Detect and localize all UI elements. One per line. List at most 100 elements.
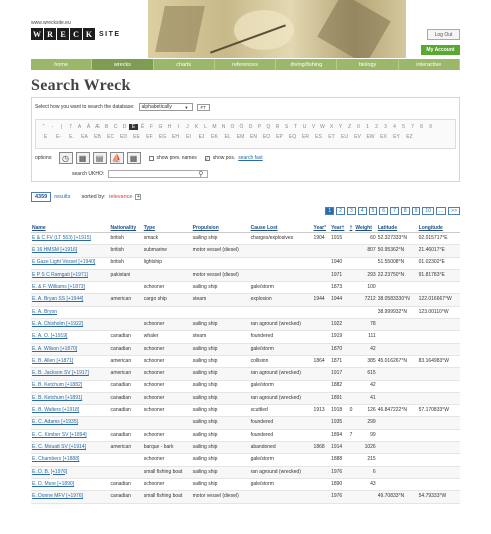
letter-prefix-link[interactable]: ET (325, 134, 338, 140)
letter-prefix-link[interactable]: EP (273, 134, 286, 140)
letter-link[interactable]: 9 (426, 124, 435, 130)
letter-link[interactable]: Ä (84, 124, 93, 130)
table-row[interactable]: E. B. Allen [+1871] american schooner saili… (31, 355, 460, 369)
letter-link[interactable]: - (48, 124, 57, 130)
page-button[interactable]: 8 (400, 207, 410, 215)
letter-link[interactable]: 4 (390, 124, 399, 130)
table-row[interactable]: E. A. Bryon 38.999932°N 123.00110°W (31, 306, 460, 320)
letter-link[interactable]: " (39, 124, 48, 130)
letter-prefix-link[interactable]: EG (156, 134, 169, 140)
table-row[interactable]: E. B. Ketchum [+1891] canadian schooner sai… (31, 392, 460, 406)
letter-link[interactable]: M (210, 124, 219, 130)
table-row[interactable]: E P S C Ramgati [+1971] pakistani motor ve… (31, 269, 460, 283)
wreck-name-link[interactable]: E. C. Kimber SV [+1894] (31, 429, 110, 443)
logout-button[interactable]: Log Out (427, 29, 460, 40)
search-method-select[interactable]: alphabetically (138, 103, 193, 111)
letter-link[interactable]: D (246, 124, 255, 130)
letter-prefix-link[interactable]: EA (78, 134, 91, 140)
page-button[interactable]: 7 (390, 207, 399, 215)
table-row[interactable]: E. C. Adams [+1935] sailing ship foundered… (31, 416, 460, 430)
table-row[interactable]: E. A. O. [+1919] canadian whaler steam found… (31, 330, 460, 344)
wreck-name-link[interactable]: E. A. Wilson [+1870] (31, 343, 110, 356)
wreck-name-link[interactable]: E. A. Bryan SS [+1944] (31, 293, 110, 307)
page-button[interactable]: 1 (325, 207, 335, 215)
wreck-name-link[interactable]: E. B. Allen [+1871] (31, 355, 110, 369)
wreck-name-link[interactable]: E Gaze Light Vessel [+1940] (31, 257, 110, 270)
page-button[interactable]: >> (448, 207, 460, 215)
letter-prefix-link[interactable]: EW (364, 134, 377, 140)
letter-link[interactable]: Q (264, 124, 273, 130)
search-fast-link[interactable]: search fast (238, 155, 262, 161)
letter-link[interactable]: 8 (417, 124, 426, 130)
wreck-name-link[interactable]: E P S C Ramgati [+1971] (31, 269, 110, 283)
letter-link[interactable]: Æ (93, 124, 102, 130)
letter-prefix-link[interactable]: EO (260, 134, 273, 140)
letter-prefix-link[interactable]: EE (130, 134, 143, 140)
wreck-name-link[interactable]: E. A. O. [+1919] (31, 330, 110, 344)
ship-icon[interactable]: ⛵ (109, 152, 124, 164)
letter-prefix-link[interactable]: ER (299, 134, 312, 140)
letter-prefix-link[interactable]: ES (312, 134, 325, 140)
letter-prefix-link[interactable]: EK (208, 134, 221, 140)
nav-home[interactable]: home (31, 59, 93, 70)
column-header[interactable]: Year† (330, 224, 349, 233)
letter-link[interactable]: T (291, 124, 300, 130)
letter-link[interactable]: H (165, 124, 174, 130)
wreck-name-link[interactable]: E. & F. Williams [+1873] (31, 281, 110, 295)
wreck-name-link[interactable]: E. C. Mouatt SV [+1914] (31, 441, 110, 455)
wreck-name-link[interactable]: E. D. Mure [+1890] (31, 478, 110, 492)
table-row[interactable]: E. B. Walters [+1918] canadian schooner sai… (31, 404, 460, 418)
letter-prefix-link[interactable]: E- (52, 134, 65, 140)
nav-charts[interactable]: charts (154, 59, 215, 70)
my-account-button[interactable]: My Account (421, 45, 460, 55)
wreck-name-link[interactable]: E. C. Adams [+1935] (31, 416, 110, 430)
letter-prefix-link[interactable]: EZ (403, 134, 416, 140)
letter-link[interactable]: K (192, 124, 201, 130)
column-header[interactable]: Type (142, 224, 192, 233)
nav-wrecks[interactable]: wrecks (92, 59, 154, 70)
sort-options-button[interactable]: + (135, 194, 142, 200)
nav-diving-fishing[interactable]: diving/fishing (276, 59, 338, 70)
letter-link[interactable]: J (183, 124, 192, 130)
letter-link[interactable]: C (111, 124, 120, 130)
wreck-name-link[interactable]: E. B. Ketchum [+1882] (31, 380, 110, 393)
letter-prefix-link[interactable]: EJ (195, 134, 208, 140)
column-header[interactable]: Propulsion (191, 224, 250, 233)
letter-prefix-link[interactable]: EX (377, 134, 390, 140)
table-row[interactable]: E. B. Ketchum [+1882] canadian schooner sai… (31, 380, 460, 393)
letter-prefix-link[interactable]: EH (169, 134, 182, 140)
letter-link[interactable]: 2 (372, 124, 381, 130)
column-header[interactable]: Latitude (376, 224, 418, 233)
letter-link[interactable]: Z (345, 124, 354, 130)
letter-link[interactable]: G (156, 124, 165, 130)
page-button[interactable]: 6 (379, 207, 389, 215)
column-header[interactable]: Cause Lost (249, 224, 313, 233)
table-row[interactable]: E & C FV (LT 563) [+1915] british smack sai… (31, 232, 460, 246)
table-row[interactable]: E. Chambers [+1888] schooner sailing ship g… (31, 453, 460, 467)
column-header[interactable]: Nationality (109, 224, 143, 233)
nav-references[interactable]: references (215, 59, 277, 70)
letter-link[interactable]: 5 (399, 124, 408, 130)
page-button[interactable]: 2 (336, 207, 345, 215)
letter-link[interactable]: U (300, 124, 309, 130)
letter-link[interactable]: 1 (363, 124, 372, 130)
column-header[interactable]: Name (31, 224, 110, 233)
wreck-name-link[interactable]: E. D. B. [+1976] (31, 466, 110, 479)
letter-link[interactable]: F (147, 124, 156, 130)
letter-link[interactable]: I (174, 124, 183, 130)
map-icon[interactable]: ▦ (75, 152, 90, 164)
table-row[interactable]: E. D. Mure [+1890] canadian schooner sailin… (31, 478, 460, 492)
letter-link[interactable]: A (75, 124, 84, 130)
letter-prefix-link[interactable]: EF (143, 134, 156, 140)
wreck-name-link[interactable]: E. A. Chisholm [+1922] (31, 318, 110, 332)
table-row[interactable]: E. Donne MFV [+1976] canadian small fishin… (31, 490, 460, 504)
wreck-name-link[interactable]: E 16 HMSM [+1916] (31, 244, 110, 258)
table-row[interactable]: E. B. Jackson SV [+1917] american schooner… (31, 367, 460, 381)
letter-prefix-link[interactable]: EV (351, 134, 364, 140)
clock-icon[interactable]: ◷ (58, 152, 73, 164)
site-logo[interactable]: W R E C K SITE (31, 28, 121, 40)
letter-prefix-link[interactable]: EU (338, 134, 351, 140)
letter-link[interactable]: E (129, 124, 138, 130)
letter-prefix-link[interactable]: EN (247, 134, 260, 140)
page-button[interactable]: ... (435, 207, 447, 215)
